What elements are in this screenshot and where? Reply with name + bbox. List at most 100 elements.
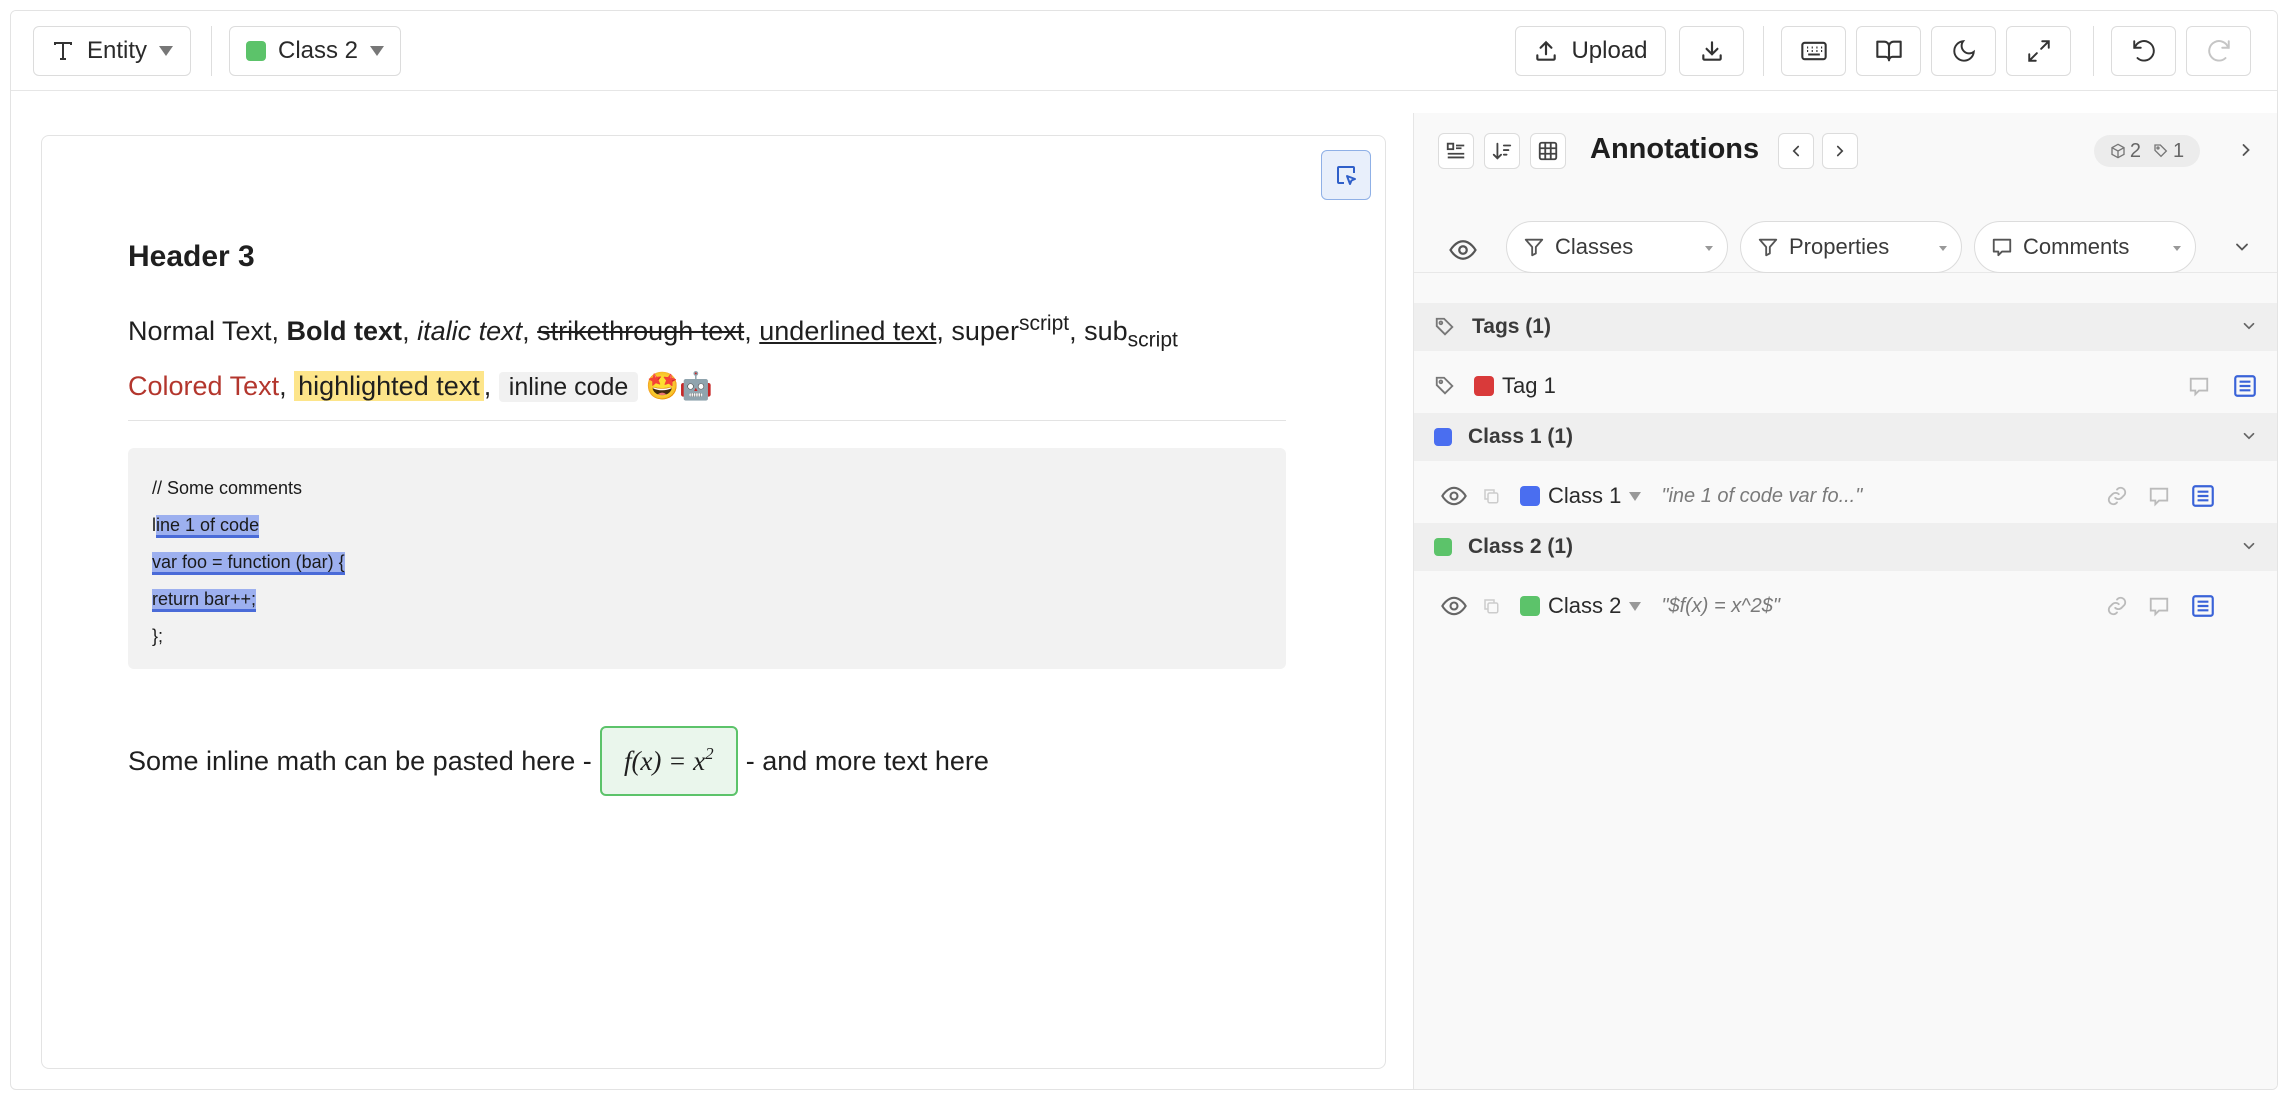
horizontal-rule — [128, 420, 1286, 421]
fullscreen-button[interactable] — [2006, 26, 2071, 76]
details-icon[interactable] — [2190, 593, 2216, 619]
visibility-toggle[interactable] — [1448, 235, 1478, 270]
selection-mode-toggle[interactable] — [1321, 150, 1371, 200]
expand-filters-button[interactable] — [2232, 237, 2252, 262]
class1-color-swatch — [1520, 486, 1540, 506]
properties-filter-label: Properties — [1789, 234, 1890, 259]
highlighted-text: highlighted text — [294, 371, 484, 402]
redo-button[interactable] — [2186, 26, 2251, 76]
download-button[interactable] — [1679, 26, 1744, 76]
keyboard-shortcuts-button[interactable] — [1781, 26, 1846, 76]
redo-icon — [2206, 38, 2232, 64]
details-icon[interactable] — [2232, 373, 2258, 399]
copy-icon[interactable] — [1482, 487, 1500, 505]
app-window: Entity Class 2 Upload Header 3 Normal Te… — [10, 10, 2278, 1090]
class2-math-annotation[interactable]: f(x) = x2 — [599, 726, 738, 796]
classes-filter[interactable]: Classes — [1506, 221, 1728, 273]
class-select[interactable]: Class 2 — [229, 26, 401, 76]
chevron-right-icon — [1831, 142, 1849, 160]
class1-color-swatch — [1434, 428, 1452, 446]
inline-code: inline code — [498, 372, 639, 403]
filter-bar: Classes Properties Comments — [1414, 203, 2277, 273]
class2-item-snippet: "$f(x) = x^2$" — [1661, 594, 1780, 617]
previous-annotation-button[interactable] — [1778, 133, 1814, 169]
toolbar-divider — [1763, 26, 1764, 76]
chevron-down-icon[interactable] — [1629, 491, 1642, 501]
class-color-swatch — [245, 41, 266, 61]
italic-text: italic text — [417, 316, 523, 346]
annotation-counts-badge: 2 1 — [2094, 135, 2200, 167]
chevron-down-icon — [2173, 246, 2181, 251]
book-open-icon — [1875, 37, 1903, 65]
chevron-right-icon — [2236, 140, 2256, 160]
filter-icon — [1757, 236, 1779, 258]
entity-count: 2 — [2110, 140, 2141, 163]
code-line: var foo = function (bar) { — [152, 544, 1262, 581]
separator: , super — [936, 316, 1019, 346]
text-type-icon — [51, 39, 75, 63]
sort-icon — [1491, 140, 1513, 162]
formatted-paragraph: Normal Text, Bold text, italic text, str… — [128, 301, 1178, 410]
comments-filter[interactable]: Comments — [1974, 221, 2196, 273]
class1-annotation-mark[interactable]: ine 1 of code — [156, 515, 260, 538]
eye-icon[interactable] — [1440, 482, 1468, 510]
superscript-text: script — [1018, 312, 1070, 335]
dark-mode-button[interactable] — [1931, 26, 1996, 76]
annotations-panel: Annotations 2 1 Classes Properties Comme… — [1413, 113, 2277, 1089]
tag-icon — [1434, 316, 1456, 338]
link-icon[interactable] — [2106, 595, 2128, 617]
chevron-left-icon — [1787, 142, 1805, 160]
class1-item-label[interactable]: Class 1 — [1548, 483, 1621, 509]
link-icon[interactable] — [2106, 485, 2128, 507]
next-annotation-button[interactable] — [1822, 133, 1858, 169]
chevron-down-icon — [2240, 317, 2258, 335]
tags-group-label: Tags (1) — [1472, 315, 1551, 338]
class2-group-header[interactable]: Class 2 (1) — [1414, 523, 2277, 571]
list-icon — [1445, 140, 1467, 162]
tag-count: 1 — [2153, 140, 2184, 163]
copy-icon[interactable] — [1482, 597, 1500, 615]
eye-icon[interactable] — [1440, 592, 1468, 620]
class1-annotation-mark[interactable]: return bar++; — [152, 589, 257, 612]
class2-color-swatch — [1434, 538, 1452, 556]
document-editor[interactable]: Header 3 Normal Text, Bold text, italic … — [41, 135, 1386, 1069]
details-icon[interactable] — [2190, 483, 2216, 509]
tag-icon — [1434, 375, 1456, 397]
sort-button[interactable] — [1484, 133, 1520, 169]
class2-item-label[interactable]: Class 2 — [1548, 593, 1621, 619]
collapse-panel-button[interactable] — [2236, 140, 2256, 165]
class1-item-snippet: "ine 1 of code var fo..." — [1661, 484, 1863, 507]
class1-group-label: Class 1 (1) — [1468, 425, 1574, 448]
chevron-down-icon[interactable] — [1629, 601, 1642, 611]
upload-icon — [1533, 38, 1559, 64]
undo-icon — [2131, 38, 2157, 64]
comment-icon[interactable] — [2148, 595, 2170, 617]
class1-annotation-mark[interactable]: var foo = function (bar) { — [152, 552, 345, 575]
comment-icon[interactable] — [2148, 485, 2170, 507]
mode-select[interactable]: Entity — [33, 26, 191, 76]
table-view-button[interactable] — [1530, 133, 1566, 169]
subscript-text: script — [1127, 328, 1178, 352]
tags-group-header[interactable]: Tags (1) — [1414, 303, 2277, 351]
panel-title: Annotations — [1590, 133, 1760, 165]
class2-annotation-row[interactable]: Class 2 "$f(x) = x^2$" — [1414, 575, 2277, 637]
list-view-button[interactable] — [1438, 133, 1474, 169]
documentation-button[interactable] — [1856, 26, 1921, 76]
tag-label: Tag 1 — [1502, 373, 1556, 398]
separator: , — [483, 371, 499, 402]
chevron-down-icon — [2240, 427, 2258, 445]
normal-text: Normal Text, — [128, 316, 287, 346]
undo-button[interactable] — [2111, 26, 2176, 76]
colored-text: Colored Text — [128, 371, 280, 402]
class1-group-header[interactable]: Class 1 (1) — [1414, 413, 2277, 461]
tag-row[interactable]: Tag 1 — [1414, 355, 2277, 417]
comment-icon[interactable] — [2188, 375, 2210, 397]
class2-color-swatch — [1520, 596, 1540, 616]
code-line: // Some comments — [152, 478, 303, 498]
eye-icon — [1448, 235, 1478, 265]
class1-annotation-row[interactable]: Class 1 "ine 1 of code var fo..." — [1414, 465, 2277, 527]
upload-button[interactable]: Upload — [1515, 26, 1666, 76]
math-pre-text: Some inline math can be pasted here - — [128, 745, 592, 776]
entity-count-value: 2 — [2129, 139, 2141, 162]
properties-filter[interactable]: Properties — [1740, 221, 1962, 273]
